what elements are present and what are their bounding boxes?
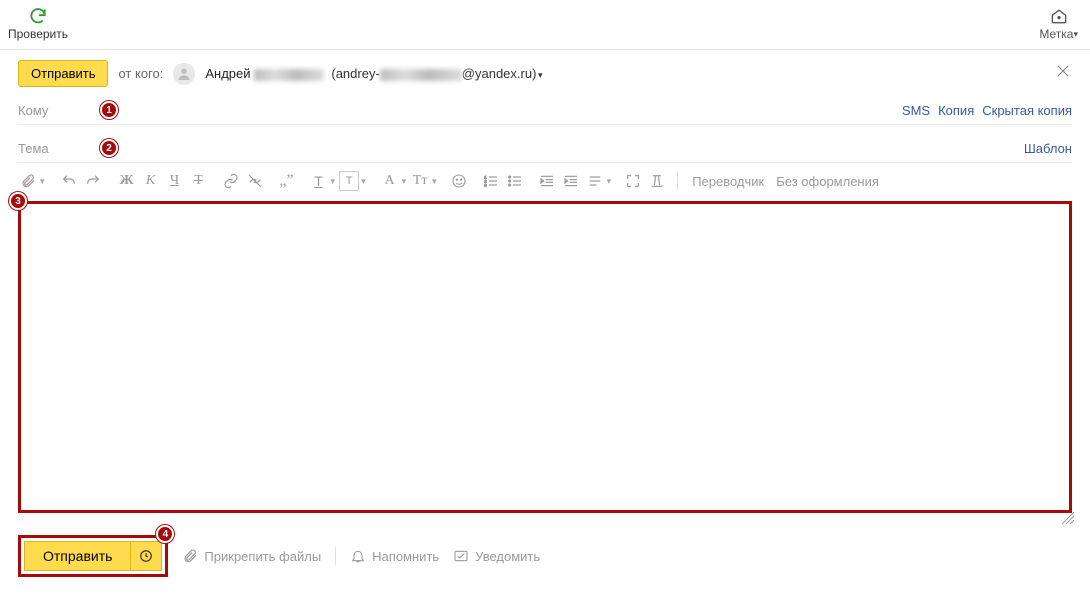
list-bullet-icon[interactable] xyxy=(505,171,525,191)
message-body-outline xyxy=(18,201,1072,513)
send-button-bottom[interactable]: Отправить xyxy=(24,541,130,571)
emoji-icon[interactable] xyxy=(449,171,469,191)
remind-button[interactable]: Напомнить xyxy=(350,548,439,564)
undo-icon[interactable] xyxy=(59,171,79,191)
sms-link[interactable]: SMS xyxy=(902,103,930,118)
chevron-down-icon[interactable]: ▾ xyxy=(432,176,437,187)
label-label: Метка ▾ xyxy=(1039,27,1078,41)
annotation-badge-3: 3 xyxy=(9,192,27,210)
resize-handle-icon[interactable] xyxy=(1062,512,1074,527)
bold-button[interactable]: Ж xyxy=(117,171,137,191)
italic-button[interactable]: К xyxy=(141,171,161,191)
no-format-link[interactable]: Без оформления xyxy=(772,174,883,189)
font-size-button[interactable]: A xyxy=(380,171,400,191)
text-color-button[interactable]: Т xyxy=(309,171,329,191)
notify-label: Уведомить xyxy=(475,549,540,564)
outdent-icon[interactable] xyxy=(537,171,557,191)
align-icon[interactable] xyxy=(585,171,605,191)
subject-field-row[interactable]: Тема 2 Шаблон xyxy=(18,135,1072,163)
divider xyxy=(0,49,1090,50)
link-icon[interactable] xyxy=(221,171,241,191)
remind-label: Напомнить xyxy=(372,549,439,564)
house-icon xyxy=(1049,6,1069,26)
bg-color-button[interactable]: Т xyxy=(339,171,359,191)
attach-files-button[interactable]: Прикрепить файлы xyxy=(182,548,321,564)
annotation-badge-1: 1 xyxy=(100,101,118,119)
svg-text:3: 3 xyxy=(484,182,487,187)
separator xyxy=(335,547,336,565)
message-body-input[interactable] xyxy=(21,204,1069,510)
annotation-badge-4: 4 xyxy=(156,525,174,543)
from-name[interactable]: Андрей (andrey-@yandex.ru) ▾ xyxy=(205,66,542,81)
chevron-down-icon[interactable]: ▾ xyxy=(538,70,543,80)
attach-label: Прикрепить файлы xyxy=(204,549,321,564)
avatar xyxy=(173,63,195,85)
notify-button[interactable]: Уведомить xyxy=(453,548,540,564)
clear-format-icon[interactable] xyxy=(647,171,667,191)
close-button[interactable] xyxy=(1054,62,1072,83)
list-numbered-icon[interactable]: 123 xyxy=(481,171,501,191)
redo-icon[interactable] xyxy=(83,171,103,191)
underline-button[interactable]: Ч xyxy=(165,171,185,191)
bcc-link[interactable]: Скрытая копия xyxy=(982,103,1072,118)
refresh-icon xyxy=(28,6,48,26)
chevron-down-icon[interactable]: ▾ xyxy=(361,176,366,187)
check-label: Проверить xyxy=(8,27,68,41)
quote-icon[interactable]: „” xyxy=(277,171,297,191)
separator xyxy=(677,172,678,190)
attach-icon[interactable] xyxy=(18,171,38,191)
translator-link[interactable]: Переводчик xyxy=(688,174,768,189)
annotation-badge-2: 2 xyxy=(100,139,118,157)
cc-link[interactable]: Копия xyxy=(938,103,974,118)
indent-icon[interactable] xyxy=(561,171,581,191)
font-family-button[interactable]: Тт xyxy=(410,171,430,191)
unlink-icon[interactable] xyxy=(245,171,265,191)
bell-icon xyxy=(350,548,366,564)
subject-label: Тема xyxy=(18,141,88,156)
send-button-top[interactable]: Отправить xyxy=(18,60,108,87)
template-link[interactable]: Шаблон xyxy=(1024,141,1072,156)
check-mail-icon xyxy=(453,548,469,564)
strike-button[interactable]: Т xyxy=(189,171,209,191)
chevron-down-icon[interactable]: ▾ xyxy=(331,176,336,187)
paperclip-icon xyxy=(182,548,198,564)
editor-toolbar: ▾ Ж К Ч Т „” Т ▾ Т ▾ A ▾ Тт ▾ 123 ▾ xyxy=(18,163,1072,197)
label-dropdown[interactable]: Метка ▾ xyxy=(1039,6,1078,41)
chevron-down-icon[interactable]: ▾ xyxy=(607,176,612,187)
redacted-surname xyxy=(254,69,324,81)
redacted-email xyxy=(380,69,462,81)
clock-icon xyxy=(139,549,153,563)
send-button-group-outline: 4 Отправить xyxy=(18,535,168,577)
to-field-row[interactable]: Кому 1 SMS Копия Скрытая копия xyxy=(18,97,1072,125)
schedule-send-button[interactable] xyxy=(130,541,162,571)
from-label: от кого: xyxy=(118,66,163,81)
chevron-down-icon: ▾ xyxy=(1073,29,1078,40)
chevron-down-icon[interactable]: ▾ xyxy=(402,176,407,187)
check-mail-button[interactable]: Проверить xyxy=(8,6,68,41)
chevron-down-icon[interactable]: ▾ xyxy=(40,176,45,187)
fullscreen-icon[interactable] xyxy=(623,171,643,191)
to-label: Кому xyxy=(18,103,88,118)
